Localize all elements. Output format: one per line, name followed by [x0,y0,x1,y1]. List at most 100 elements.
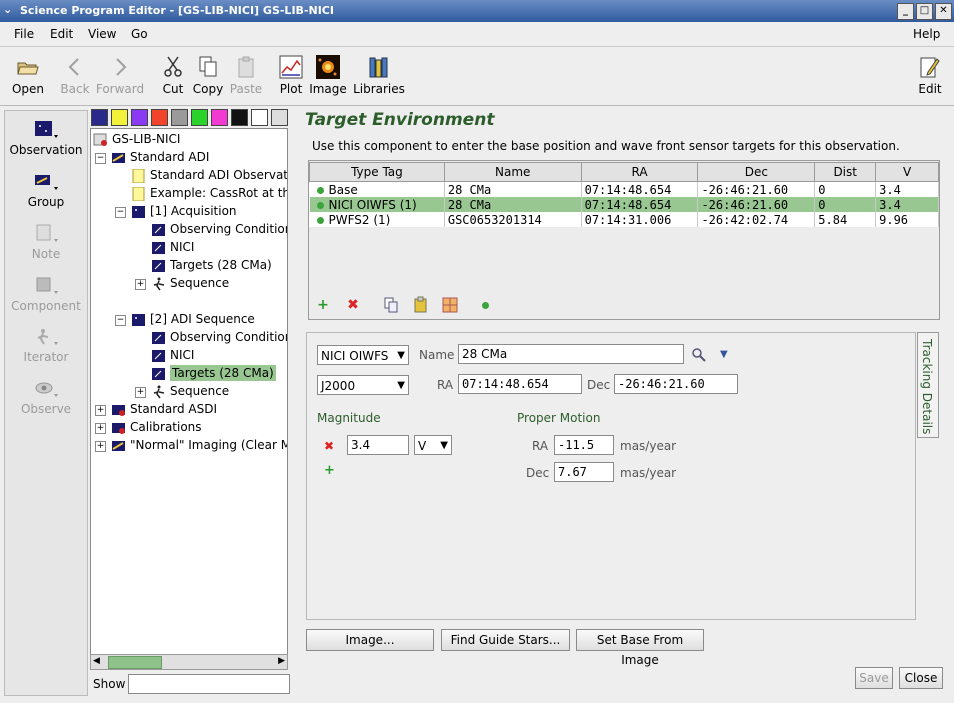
copy-target-icon[interactable] [382,296,400,314]
color-swatch-light-gray[interactable] [271,109,288,126]
scroll-right-icon[interactable]: ▶ [278,656,285,666]
tree-node-component[interactable]: NICI [151,346,194,364]
table-row-selected[interactable]: NICI OIWFS (1) 28 CMa 07:14:48.654 -26:4… [309,197,939,212]
palette-observe[interactable]: Observe [5,378,87,416]
tree-toggle[interactable]: − [95,153,106,164]
paste-button[interactable]: Paste [228,47,264,103]
tree-horizontal-scrollbar[interactable]: ◀ ▶ [90,654,288,670]
minimize-button[interactable]: _ [897,3,914,20]
tree-node-group[interactable]: "Normal" Imaging (Clear Ma [111,436,287,454]
back-button[interactable]: Back [56,47,94,103]
open-button[interactable]: Open [8,47,48,103]
column-header[interactable]: V [875,162,939,182]
target-name-input[interactable]: 28 CMa [458,344,684,364]
pm-dec-input[interactable]: 7.67 [554,462,614,482]
copy-button[interactable]: Copy [191,47,225,103]
palette-group[interactable]: Group [5,171,87,209]
add-target-icon[interactable]: + [314,296,332,314]
dec-input[interactable]: -26:46:21.60 [614,374,738,394]
tree-node-component[interactable]: Targets (28 CMa) [151,256,272,274]
table-row[interactable]: Base 28 CMa 07:14:48.654 -26:46:21.60 0 … [309,181,939,197]
image-button[interactable]: Image [309,47,347,103]
tree-toggle[interactable]: + [95,405,106,416]
tree-node-group[interactable]: Standard ADI [111,148,209,166]
edit-button[interactable]: Edit [912,47,948,103]
column-header[interactable]: Name [443,162,582,182]
tree-toggle[interactable]: − [115,315,126,326]
color-swatch-red[interactable] [151,109,168,126]
palette-component[interactable]: Component [5,275,87,313]
tree-toggle[interactable]: + [95,423,106,434]
tree-node-observation[interactable]: [2] ADI Sequence [131,310,255,328]
search-icon[interactable] [691,347,707,363]
color-swatch-black[interactable] [231,109,248,126]
pm-ra-input[interactable]: -11.5 [554,435,614,455]
column-header[interactable]: Dec [697,162,816,182]
maximize-button[interactable]: □ [916,3,933,20]
tree-node-sequence[interactable]: Sequence [151,274,229,292]
image-button[interactable]: Image... [306,629,434,651]
tree-node-group[interactable]: Calibrations [111,418,202,436]
window-menu-icon[interactable]: ⌄ [3,3,17,18]
target-table[interactable]: Type Tag Name RA Dec Dist V Base 28 CMa … [309,162,939,227]
remove-target-icon[interactable]: ✖ [344,296,362,314]
color-swatch-yellow[interactable] [111,109,128,126]
tree-node-group[interactable]: Standard ASDI [111,400,217,418]
add-magnitude-icon[interactable]: + [324,463,335,478]
menu-edit[interactable]: Edit [50,27,73,41]
set-base-from-image-button[interactable]: Set Base From Image [576,629,704,667]
color-swatch-gray[interactable] [171,109,188,126]
menu-go[interactable]: Go [131,27,148,41]
program-tree[interactable]: GS-LIB-NICI − Standard ADI Standard ADI … [90,128,288,665]
close-button[interactable]: Close [899,667,943,689]
color-swatch-green[interactable] [191,109,208,126]
tree-node-root[interactable]: GS-LIB-NICI [93,130,180,148]
forward-button[interactable]: Forward [94,47,146,103]
tree-node-component-selected[interactable]: Targets (28 CMa) [151,364,276,382]
ra-input[interactable]: 07:14:48.654 [458,374,582,394]
palette-observation[interactable]: Observation [5,119,87,157]
tree-node-component[interactable]: Observing Condition [151,328,287,346]
tree-toggle[interactable]: + [135,279,146,290]
tree-node-sequence[interactable]: Sequence [151,382,229,400]
scroll-thumb[interactable] [108,656,162,669]
tree-node-note[interactable]: Standard ADI Observati [131,166,287,184]
tree-node-component[interactable]: Observing Condition [151,220,287,238]
table-row[interactable]: PWFS2 (1) GSC0653201314 07:14:31.006 -26… [309,212,939,227]
magnitude-input[interactable]: 3.4 [347,435,409,455]
catalog-dropdown-icon[interactable]: ▼ [720,349,728,360]
palette-iterator[interactable]: Iterator [5,326,87,364]
tree-toggle[interactable]: + [95,441,106,452]
save-button[interactable]: Save [855,667,893,689]
column-header[interactable]: RA [580,162,699,182]
primary-target-icon[interactable] [482,302,489,309]
duplicate-grid-icon[interactable] [441,296,459,314]
menu-file[interactable]: File [14,27,34,41]
tree-toggle[interactable]: + [135,387,146,398]
column-header[interactable]: Type Tag [309,162,445,182]
menu-help[interactable]: Help [913,27,940,41]
palette-note[interactable]: Note [5,223,87,261]
paste-target-icon[interactable] [412,296,430,314]
color-swatch-purple[interactable] [131,109,148,126]
color-swatch-blue[interactable] [91,109,108,126]
show-filter-input[interactable] [128,674,290,694]
guider-type-select[interactable]: NICI OIWFS ▼ [317,345,409,365]
coordinate-system-select[interactable]: J2000 ▼ [317,375,409,395]
cut-button[interactable]: Cut [158,47,188,103]
plot-button[interactable]: Plot [276,47,306,103]
remove-magnitude-icon[interactable]: ✖ [324,439,334,453]
tracking-details-tab[interactable]: Tracking Details [917,332,939,438]
tree-node-observation[interactable]: [1] Acquisition [131,202,237,220]
close-window-button[interactable]: ✕ [935,3,952,20]
libraries-button[interactable]: Libraries [352,47,406,103]
scroll-left-icon[interactable]: ◀ [93,656,100,666]
color-swatch-magenta[interactable] [211,109,228,126]
find-guide-stars-button[interactable]: Find Guide Stars... [441,629,570,651]
column-header[interactable]: Dist [814,162,877,182]
menu-view[interactable]: View [88,27,116,41]
tree-toggle[interactable]: − [115,207,126,218]
tree-node-note[interactable]: Example: CassRot at th [131,184,287,202]
tree-node-component[interactable]: NICI [151,238,194,256]
color-swatch-white[interactable] [251,109,268,126]
